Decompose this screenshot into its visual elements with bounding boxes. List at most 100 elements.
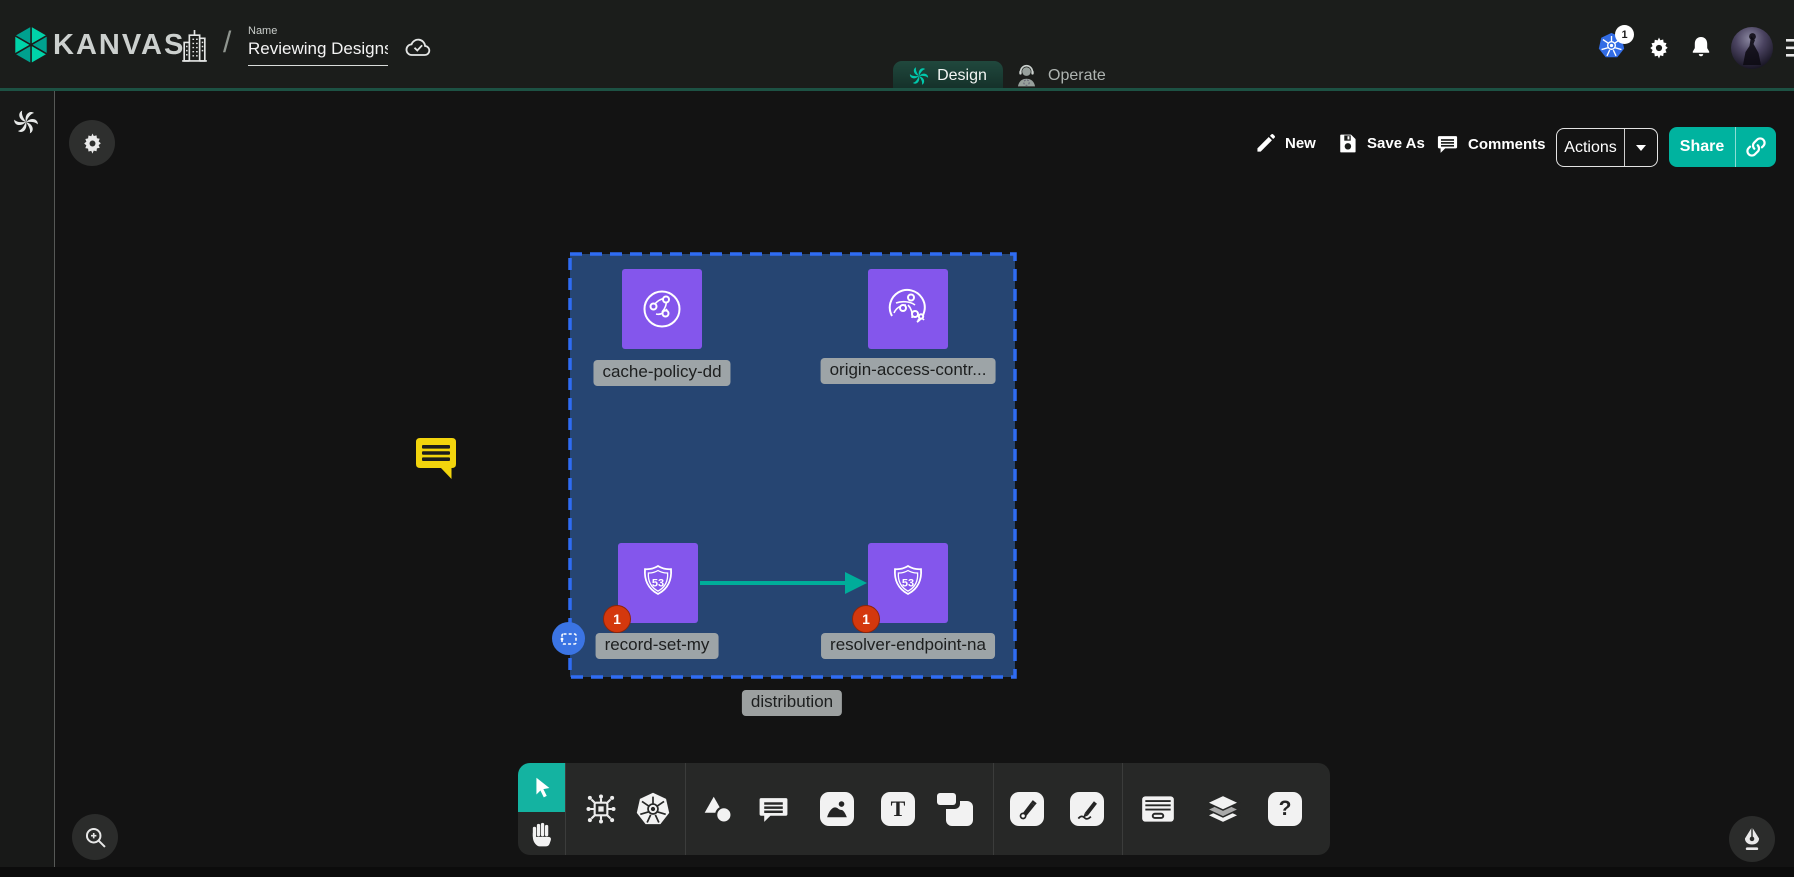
layers-tool-button[interactable] (1203, 789, 1243, 829)
frame-icon (937, 793, 973, 826)
cloudfront-globe-icon (636, 283, 688, 335)
node-resolver-endpoint[interactable]: 53 (868, 543, 948, 623)
window-bottom-edge (0, 867, 1794, 877)
meshery-spiral-icon[interactable] (13, 109, 39, 135)
pen-nib-icon (1737, 824, 1767, 854)
pen-icon (1010, 792, 1044, 826)
app-header: KANVAS / Name Design (0, 0, 1794, 88)
toolbar-divider (565, 763, 566, 855)
save-floppy-icon (1337, 133, 1358, 154)
node-label: cache-policy-dd (593, 360, 730, 386)
design-name-input[interactable] (248, 39, 388, 66)
annotation-pen-button[interactable] (1729, 816, 1775, 862)
canvas-overlay (0, 0, 1794, 877)
node-origin-access-control[interactable] (868, 269, 948, 349)
share-label: Share (1669, 138, 1735, 156)
toolbar-divider (1122, 763, 1123, 855)
comment-icon (757, 793, 790, 826)
components-chip-icon (583, 791, 619, 827)
error-count-badge[interactable]: 1 (852, 605, 880, 633)
cloudfront-origin-globe-icon (882, 283, 934, 335)
hand-icon (528, 820, 555, 847)
breadcrumb-separator: / (223, 26, 231, 60)
kubernetes-wheel-icon (635, 791, 671, 827)
node-label: record-set-my (596, 633, 719, 659)
share-button[interactable]: Share (1669, 127, 1776, 167)
sketch-tool-button[interactable] (1067, 789, 1107, 829)
zoom-in-magnifier-icon (82, 824, 109, 851)
chevron-down-icon (1636, 145, 1646, 151)
actions-split-button[interactable]: Actions (1556, 128, 1658, 167)
text-icon: T (881, 792, 915, 826)
hamburger-menu-icon[interactable] (1786, 37, 1794, 59)
pencil-sketch-icon (1070, 792, 1104, 826)
tab-design[interactable]: Design (893, 61, 1003, 91)
image-tool-button[interactable] (817, 789, 857, 829)
components-tool-button[interactable] (581, 789, 621, 829)
left-sidebar (0, 91, 55, 867)
toolbar-divider (993, 763, 994, 855)
new-button[interactable]: New (1255, 133, 1316, 154)
shapes-tool-button[interactable] (698, 789, 738, 829)
error-count-badge[interactable]: 1 (603, 605, 631, 633)
route53-shield-icon: 53 (632, 557, 684, 609)
tab-operate-label: Operate (1048, 67, 1106, 85)
canvas-dock-toolbar: T (518, 763, 1330, 855)
group-select-handle[interactable] (552, 622, 585, 655)
drawer-tool-button[interactable] (1138, 789, 1178, 829)
select-tool-button[interactable] (518, 763, 565, 812)
user-avatar[interactable] (1731, 27, 1773, 69)
group-label: distribution (742, 690, 842, 716)
actions-label: Actions (1557, 139, 1624, 157)
drawer-icon (1139, 793, 1177, 825)
header-accent-line (0, 88, 1794, 91)
pan-tool-button[interactable] (518, 812, 565, 855)
settings-gear-icon[interactable] (1647, 36, 1671, 60)
design-spiral-icon (909, 66, 929, 86)
kubernetes-tool-button[interactable] (633, 789, 673, 829)
text-tool-button[interactable]: T (878, 789, 918, 829)
tab-design-label: Design (937, 67, 987, 85)
new-label: New (1285, 135, 1316, 152)
node-label: origin-access-contr... (821, 358, 996, 384)
organization-icon[interactable] (181, 29, 208, 62)
shapes-icon (702, 793, 734, 825)
cloud-saved-icon (404, 36, 432, 59)
toolbar-divider (685, 763, 686, 855)
comments-icon (1436, 133, 1459, 156)
dashed-rect-icon (557, 627, 581, 651)
svg-text:53: 53 (902, 578, 914, 590)
help-tool-button[interactable]: ? (1265, 789, 1305, 829)
new-pencil-icon (1255, 133, 1276, 154)
link-icon (1745, 136, 1767, 158)
node-cache-policy[interactable] (622, 269, 702, 349)
notifications-bell-icon[interactable] (1689, 34, 1713, 60)
gear-icon (81, 132, 104, 155)
svg-text:53: 53 (652, 578, 664, 590)
canvas-comment-marker[interactable] (413, 433, 459, 479)
layers-icon (1204, 792, 1242, 826)
kanvas-logo-icon[interactable] (12, 24, 50, 66)
save-as-label: Save As (1367, 135, 1425, 152)
question-mark-icon: ? (1268, 792, 1302, 826)
node-label: resolver-endpoint-na (821, 633, 995, 659)
save-as-button[interactable]: Save As (1337, 133, 1425, 154)
avatar-silhouette (1731, 27, 1773, 69)
route53-shield-icon: 53 (882, 557, 934, 609)
comments-button[interactable]: Comments (1436, 133, 1546, 156)
operator-headset-icon (1013, 63, 1040, 90)
zoom-controls-button[interactable] (72, 814, 118, 860)
app-title: KANVAS (53, 29, 185, 62)
copy-link-button[interactable] (1735, 127, 1776, 167)
comment-tool-button[interactable] (753, 789, 793, 829)
node-record-set[interactable]: 53 (618, 543, 698, 623)
actions-dropdown-toggle[interactable] (1624, 129, 1657, 166)
context-count-badge: 1 (1615, 25, 1634, 44)
image-icon (820, 792, 854, 826)
frame-tool-button[interactable] (935, 789, 975, 829)
tab-operate[interactable]: Operate (1013, 61, 1106, 91)
canvas-settings-fab[interactable] (69, 120, 115, 166)
edge-arrowhead (845, 572, 867, 594)
cursor-icon (529, 775, 555, 801)
pen-tool-button[interactable] (1007, 789, 1047, 829)
